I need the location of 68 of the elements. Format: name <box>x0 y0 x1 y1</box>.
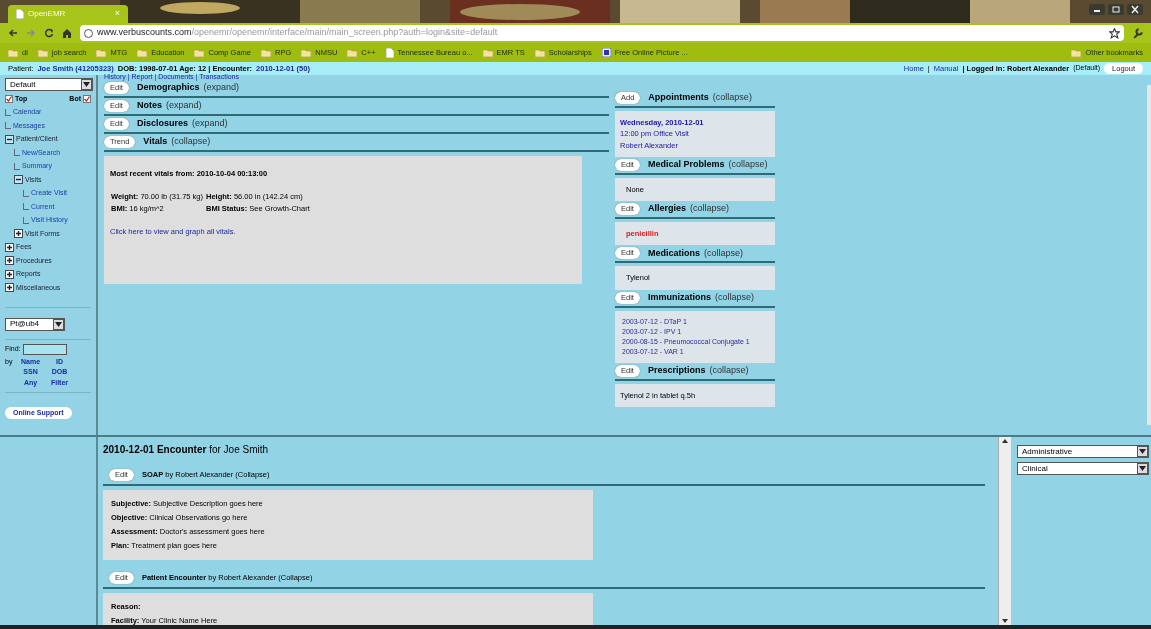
back-icon[interactable] <box>8 28 18 38</box>
toggle-link[interactable]: (collapse) <box>689 202 729 216</box>
section-title: Appointments <box>648 91 709 105</box>
dropdown-arrow-icon <box>81 79 92 90</box>
toggle-link[interactable]: (expand) <box>191 117 228 131</box>
star-icon[interactable] <box>1109 27 1120 39</box>
section-title: Disclosures <box>136 117 188 131</box>
folder-icon <box>534 48 545 57</box>
section-title: Allergies <box>647 202 686 216</box>
expand-icon[interactable] <box>14 229 23 239</box>
toggle-link[interactable]: (collapse) <box>714 290 754 305</box>
page-icon <box>16 9 24 19</box>
encounter-title: 2010-12-01 Encounter for Joe Smith <box>103 443 270 457</box>
toggle-link[interactable]: (collapse) <box>712 91 752 105</box>
toggle-link[interactable]: (collapse) <box>171 135 211 149</box>
form-menu-select[interactable]: Clinical <box>1017 462 1149 475</box>
dropdown-arrow-icon <box>1137 446 1148 457</box>
toggle-link[interactable]: (expand) <box>203 81 239 95</box>
dropdown-arrow-icon <box>1137 463 1148 474</box>
section-title: Notes <box>136 99 162 113</box>
folder-icon <box>347 48 358 57</box>
folder-icon <box>137 48 148 57</box>
minimize-icon[interactable] <box>1089 4 1105 15</box>
folder-icon <box>37 48 48 57</box>
toggle-link[interactable]: (collapse) <box>703 246 743 260</box>
globe-icon <box>84 28 93 38</box>
toggle-link[interactable]: (collapse) <box>728 158 768 172</box>
folder-icon <box>301 48 312 57</box>
expand-icon[interactable] <box>5 256 14 266</box>
folder-icon <box>261 48 271 57</box>
folder-icon <box>194 48 205 57</box>
close-icon[interactable] <box>1127 4 1143 15</box>
toggle-link[interactable]: (collapse) <box>709 363 749 378</box>
section-title: Medications <box>647 246 700 260</box>
folder-icon <box>96 48 107 57</box>
section-title: Vitals <box>143 135 168 149</box>
section-title: Medical Problems <box>647 158 725 171</box>
frame-checkbox[interactable] <box>5 95 13 104</box>
scroll-up-icon[interactable] <box>1002 439 1008 443</box>
address-bar[interactable]: www.verbuscounts.com/openemr/openemr/interface/main/main_screen.php?auth=login&site=default <box>80 25 1124 41</box>
view-select[interactable]: Default <box>5 78 93 91</box>
folder-icon <box>1071 48 1082 57</box>
app-icon <box>601 48 611 57</box>
collapse-icon[interactable] <box>5 134 14 144</box>
folder-icon <box>482 48 493 57</box>
collapse-icon[interactable] <box>14 175 23 185</box>
section-title: Demographics <box>136 81 200 95</box>
expand-icon[interactable] <box>5 283 14 293</box>
find-field[interactable] <box>22 343 67 355</box>
home-icon[interactable] <box>62 28 72 38</box>
expand-icon[interactable] <box>5 269 14 279</box>
expand-icon[interactable] <box>5 242 14 252</box>
section-title: Immunizations <box>647 290 711 304</box>
patient-select[interactable]: Pt@ub4 <box>5 317 65 331</box>
restore-icon[interactable] <box>1108 4 1124 15</box>
reload-icon[interactable] <box>44 28 54 38</box>
section-title: Prescriptions <box>647 363 706 377</box>
folder-icon <box>8 48 18 57</box>
scrollbar[interactable] <box>998 437 1011 625</box>
dropdown-arrow-icon <box>53 318 64 330</box>
page-icon <box>385 47 394 58</box>
wrench-icon[interactable] <box>1132 27 1143 39</box>
scrollbar[interactable] <box>1147 85 1151 425</box>
toggle-link[interactable]: (expand) <box>165 99 202 113</box>
scroll-down-icon[interactable] <box>1002 619 1008 623</box>
tab-title: OpenEMR <box>28 8 67 20</box>
frame-checkbox[interactable] <box>83 95 91 104</box>
form-menu-select[interactable]: Administrative <box>1017 445 1149 458</box>
